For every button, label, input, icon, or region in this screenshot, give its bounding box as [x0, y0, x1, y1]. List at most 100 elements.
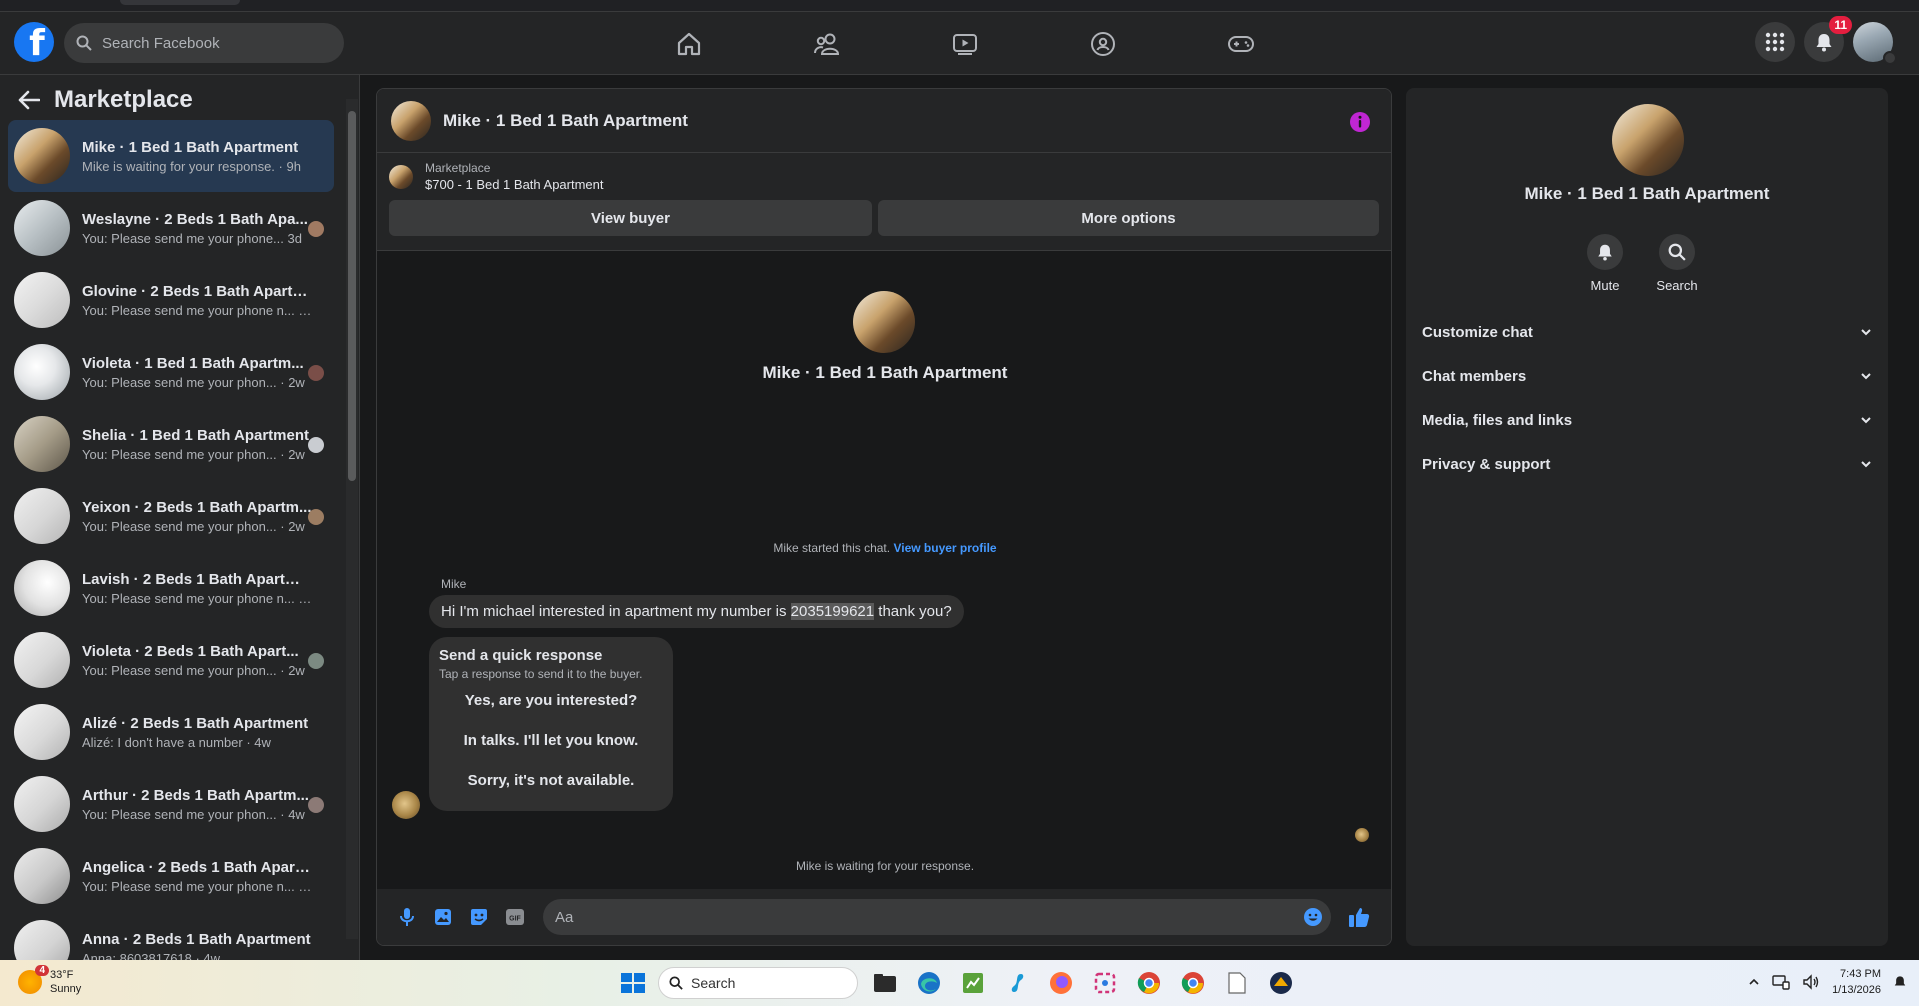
- grid-menu-icon: [1765, 32, 1785, 52]
- quick-response-option[interactable]: In talks. I'll let you know.: [439, 721, 663, 761]
- conversation-preview: You: Please send me your phon... · 2w: [82, 518, 305, 534]
- weather-widget[interactable]: 4 33°F Sunny: [18, 965, 81, 996]
- view-buyer-button[interactable]: View buyer: [389, 200, 873, 236]
- back-arrow-icon[interactable]: [18, 90, 40, 110]
- facebook-logo[interactable]: f: [14, 22, 54, 62]
- nav-groups[interactable]: [1034, 12, 1172, 75]
- windows-start-icon[interactable]: [614, 966, 648, 1000]
- mute-label: Mute: [1590, 278, 1620, 293]
- conversation-item[interactable]: Anna · 2 Beds 1 Bath Apartment Anna: 8603…: [8, 912, 334, 960]
- nav-home[interactable]: [620, 12, 758, 75]
- firefox-icon[interactable]: [1044, 966, 1078, 1000]
- scrollbar-thumb[interactable]: [348, 111, 356, 481]
- conversation-item[interactable]: Lavish · 2 Beds 1 Bath Apartment You: Ple…: [8, 552, 334, 624]
- emoji-icon[interactable]: [1303, 907, 1323, 927]
- nav-gaming[interactable]: [1172, 12, 1310, 75]
- chat-header: Mike · 1 Bed 1 Bath Apartment: [377, 89, 1391, 153]
- more-options-button[interactable]: More options: [878, 200, 1379, 236]
- microphone-icon: [400, 908, 414, 926]
- conversation-item[interactable]: Violeta · 1 Bed 1 Bath Apartm... You: Ple…: [8, 336, 334, 408]
- conversation-title: Anna · 2 Beds 1 Bath Apartment: [82, 930, 311, 948]
- details-name: Mike · 1 Bed 1 Bath Apartment: [1524, 184, 1770, 203]
- conversation-list: Mike · 1 Bed 1 Bath Apartment Mike is wai…: [8, 120, 334, 960]
- script-app-icon[interactable]: [1000, 966, 1034, 1000]
- conversation-title: Angelica · 2 Beds 1 Bath Apartm...: [82, 858, 312, 876]
- chevron-down-icon: [1861, 417, 1871, 424]
- chrome-profile-icon[interactable]: [1132, 966, 1166, 1000]
- chat-avatar[interactable]: [391, 100, 431, 141]
- sidebar-title: Marketplace: [54, 86, 193, 113]
- view-buyer-profile-link[interactable]: View buyer profile: [893, 541, 996, 555]
- mute-button[interactable]: Mute: [1586, 234, 1624, 293]
- conversation-item[interactable]: Glovine · 2 Beds 1 Bath Apartme... You: P…: [8, 264, 334, 336]
- conversation-item[interactable]: Angelica · 2 Beds 1 Bath Apartm... You: P…: [8, 840, 334, 912]
- conversation-item[interactable]: Alizé · 2 Beds 1 Bath Apartment Alizé: I …: [8, 696, 334, 768]
- nav-video[interactable]: [896, 12, 1034, 75]
- search-label: Search: [1656, 278, 1698, 293]
- section-media-files-links[interactable]: Media, files and links: [1406, 398, 1888, 442]
- conversation-item[interactable]: Arthur · 2 Beds 1 Bath Apartm... You: Ple…: [8, 768, 334, 840]
- quick-response-option[interactable]: Sorry, it's not available.: [439, 761, 663, 801]
- search-input[interactable]: [102, 34, 322, 52]
- conversation-item[interactable]: Yeixon · 2 Beds 1 Bath Apartm... You: Ple…: [8, 480, 334, 552]
- details-sections: Customize chat Chat members Media, files…: [1406, 310, 1888, 486]
- nav-friends[interactable]: [758, 12, 896, 75]
- sticker-button[interactable]: [461, 907, 497, 927]
- spreadsheet-app-icon[interactable]: [956, 966, 990, 1000]
- conversation-preview: You: Please send me your phone n... · 4w: [82, 878, 312, 894]
- info-icon[interactable]: [1349, 111, 1371, 133]
- listing-category: Marketplace: [425, 161, 491, 175]
- search-conversation-button[interactable]: Search: [1656, 234, 1698, 293]
- edge-browser-icon[interactable]: [912, 966, 946, 1000]
- section-chat-members[interactable]: Chat members: [1406, 354, 1888, 398]
- conversation-title: Weslayne · 2 Beds 1 Bath Apa...: [82, 210, 308, 228]
- listing-thumbnail: [14, 920, 70, 960]
- chevron-down-icon: [1883, 51, 1897, 65]
- message-input[interactable]: [555, 908, 1303, 926]
- volume-icon[interactable]: [1802, 974, 1820, 990]
- chevron-up-icon[interactable]: [1748, 978, 1760, 986]
- conversation-item[interactable]: Weslayne · 2 Beds 1 Bath Apa... You: Plea…: [8, 192, 334, 264]
- like-button[interactable]: [1341, 906, 1377, 928]
- taskbar-search[interactable]: Search: [658, 967, 858, 999]
- notifications-button[interactable]: 11: [1804, 16, 1852, 62]
- conversation-title: Violeta · 2 Beds 1 Bath Apart...: [82, 642, 299, 660]
- waiting-note: Mike is waiting for your response.: [795, 859, 975, 873]
- notification-bell-icon[interactable]: [1893, 974, 1907, 990]
- message-bubble[interactable]: Hi I'm michael interested in apartment m…: [429, 595, 964, 628]
- conversation-preview: Alizé: I don't have a number · 4w: [82, 734, 271, 750]
- sender-name: Mike: [441, 577, 467, 591]
- listing-thumbnail: [14, 272, 70, 328]
- section-privacy-support[interactable]: Privacy & support: [1406, 442, 1888, 486]
- chrome-icon[interactable]: [1176, 966, 1210, 1000]
- listing-info[interactable]: Marketplace $700 - 1 Bed 1 Bath Apartmen…: [389, 161, 1379, 192]
- snipping-tool-icon[interactable]: [1088, 966, 1122, 1000]
- conversation-item[interactable]: Mike · 1 Bed 1 Bath Apartment Mike is wai…: [8, 120, 334, 192]
- gif-button[interactable]: GIF: [497, 908, 533, 926]
- game-app-icon[interactable]: [1264, 966, 1298, 1000]
- section-customize-chat[interactable]: Customize chat: [1406, 310, 1888, 354]
- menu-button[interactable]: [1755, 22, 1795, 62]
- network-icon[interactable]: [1772, 974, 1790, 990]
- groups-icon: [1091, 31, 1115, 56]
- document-icon[interactable]: [1220, 966, 1254, 1000]
- conversation-preview: You: Please send me your phone n... · 2w: [82, 590, 312, 606]
- facebook-search[interactable]: [64, 23, 344, 63]
- details-avatar[interactable]: [1612, 104, 1684, 176]
- conversation-item[interactable]: Violeta · 2 Beds 1 Bath Apart... You: Ple…: [8, 624, 334, 696]
- listing-thumbnail: [14, 416, 70, 472]
- quick-response-option[interactable]: Yes, are you interested?: [439, 681, 663, 721]
- voice-clip-button[interactable]: [389, 907, 425, 927]
- chat-title[interactable]: Mike · 1 Bed 1 Bath Apartment: [443, 111, 688, 131]
- conversation-item[interactable]: Shelia · 1 Bed 1 Bath Apartment You: Plea…: [8, 408, 334, 480]
- thumbs-up-icon: [1349, 908, 1370, 927]
- attach-photo-button[interactable]: [425, 908, 461, 926]
- browser-tab[interactable]: [120, 0, 240, 5]
- file-explorer-icon[interactable]: [868, 966, 902, 1000]
- conversation-preview: Mike is waiting for your response. · 9h: [82, 158, 301, 174]
- taskbar-clock[interactable]: 7:43 PM 1/13/2026: [1832, 966, 1881, 998]
- sender-avatar[interactable]: [392, 791, 420, 819]
- sidebar-scrollbar[interactable]: [346, 99, 358, 939]
- conversation-preview: You: Please send me your phon... · 2w: [82, 446, 305, 462]
- profile-avatar[interactable]: [1853, 22, 1897, 65]
